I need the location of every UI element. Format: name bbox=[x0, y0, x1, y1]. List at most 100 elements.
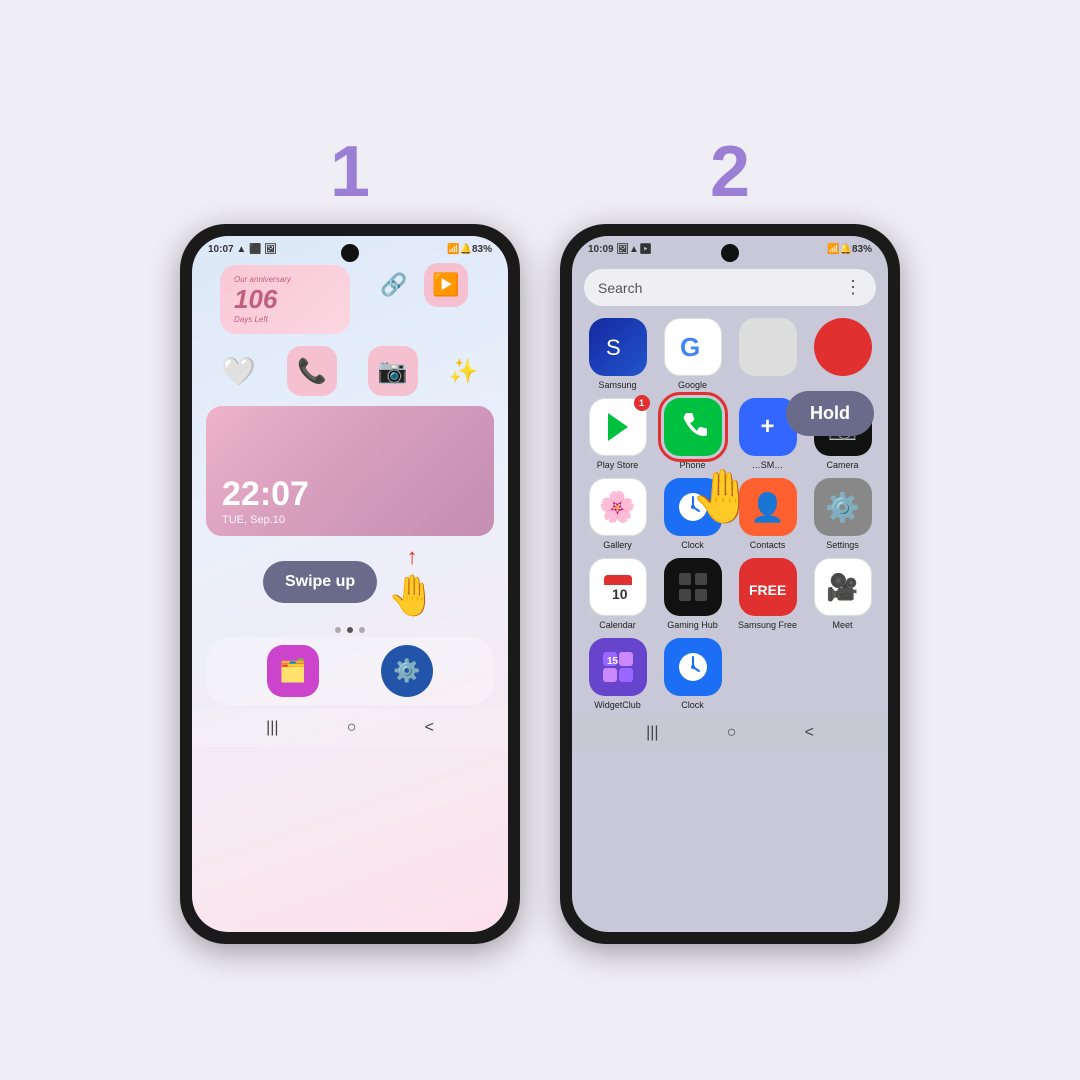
samsungfree-label: Samsung Free bbox=[738, 620, 797, 630]
app-grid-row4: 10 Calendar bbox=[572, 554, 888, 634]
app-cutoff-2 bbox=[809, 318, 876, 390]
step-2-number: 2 bbox=[710, 136, 750, 208]
svg-text:15: 15 bbox=[607, 656, 619, 667]
gaminghub-app-icon[interactable] bbox=[664, 558, 722, 616]
nav-recents-2-icon[interactable]: < bbox=[805, 724, 814, 742]
top-icon-row-1: 🔗 ▶️ bbox=[372, 263, 468, 307]
meet-label: Meet bbox=[832, 620, 852, 630]
anniversary-days: 106 bbox=[234, 284, 336, 315]
phone-2-screen: 10:09 🖼▲▶ 📶🔔83% Search ⋮ Hold S bbox=[572, 236, 888, 932]
nav-home-icon[interactable]: ○ bbox=[347, 719, 357, 737]
playstore-app[interactable]: 1 Play Store bbox=[584, 398, 651, 470]
app-cutoff-1 bbox=[734, 318, 801, 390]
samsungm-label: …SM… bbox=[752, 460, 784, 470]
empty-cell-2 bbox=[809, 638, 876, 710]
nav-back-2-icon[interactable]: ||| bbox=[646, 724, 658, 742]
status-left-1: 10:07 ▲ ⬛ 🖼 bbox=[208, 244, 277, 255]
swipe-arrow-hand: ↑ 🤚 bbox=[387, 544, 437, 619]
contacts-label: Contacts bbox=[750, 540, 786, 550]
clock-app-2-icon[interactable] bbox=[664, 638, 722, 696]
meet-app[interactable]: 🎥 Meet bbox=[809, 558, 876, 630]
google-app-icon[interactable]: G bbox=[664, 318, 722, 376]
samsung-app-icon[interactable]: S bbox=[589, 318, 647, 376]
date-display: TUE, Sep.10 bbox=[222, 514, 478, 526]
dot-2-active bbox=[347, 627, 353, 633]
search-label: Search bbox=[598, 280, 844, 296]
status-right-2: 📶🔔83% bbox=[827, 244, 872, 255]
status-right-1: 📶🔔83% bbox=[447, 244, 492, 255]
svg-text:10: 10 bbox=[612, 586, 628, 602]
samsungfree-app[interactable]: FREE Samsung Free bbox=[734, 558, 801, 630]
top-row: Our anniversary 106 Days Left 🔗 ▶️ bbox=[192, 259, 508, 338]
page-dots bbox=[192, 627, 508, 633]
samsung-label: Samsung bbox=[598, 380, 636, 390]
dock-settings-icon[interactable]: ⚙️ bbox=[381, 645, 433, 697]
gallery-label: Gallery bbox=[603, 540, 632, 550]
dot-3 bbox=[359, 627, 365, 633]
meet-app-icon[interactable]: 🎥 bbox=[814, 558, 872, 616]
anniversary-widget: Our anniversary 106 Days Left bbox=[220, 265, 350, 334]
phone-1-screen: 10:07 ▲ ⬛ 🖼 📶🔔83% Our anniversary 106 Da… bbox=[192, 236, 508, 932]
hand-swipe-icon: 🤚 bbox=[387, 572, 437, 619]
app-cutoff-2-icon bbox=[814, 318, 872, 376]
search-bar[interactable]: Search ⋮ bbox=[584, 269, 876, 306]
phone-2: 10:09 🖼▲▶ 📶🔔83% Search ⋮ Hold S bbox=[560, 224, 900, 944]
clock-app-2[interactable]: Clock bbox=[659, 638, 726, 710]
google-app[interactable]: G Google bbox=[659, 318, 726, 390]
widgetclub-label: WidgetClub bbox=[594, 700, 641, 710]
top-icons: 🔗 ▶️ bbox=[372, 263, 468, 307]
step-1-number: 1 bbox=[330, 136, 370, 208]
heart-icon: 🤍 bbox=[221, 355, 256, 388]
widgetclub-app-icon[interactable]: 15 bbox=[589, 638, 647, 696]
settings-app[interactable]: ⚙️ Settings bbox=[809, 478, 876, 550]
dock-apps-icon[interactable]: 🗂️ bbox=[267, 645, 319, 697]
settings-app-icon[interactable]: ⚙️ bbox=[814, 478, 872, 536]
samsungfree-app-icon[interactable]: FREE bbox=[739, 558, 797, 616]
main-container: 1 10:07 ▲ ⬛ 🖼 📶🔔83% Our anniversary 106 … bbox=[140, 96, 940, 984]
nav-home-2-icon[interactable]: ○ bbox=[727, 724, 737, 742]
unlink-icon: 🔗 bbox=[372, 263, 416, 307]
camera-app-icon[interactable]: 📷 bbox=[368, 346, 418, 396]
anniversary-sub: Days Left bbox=[234, 315, 336, 324]
swipe-up-button[interactable]: Swipe up bbox=[263, 561, 377, 603]
app-grid-row1: S Samsung G Google bbox=[572, 314, 888, 394]
gallery-app-icon[interactable]: 🌸 bbox=[589, 478, 647, 536]
up-arrow-icon: ↑ bbox=[407, 544, 418, 570]
app-grid-row5: 15 WidgetClub bbox=[572, 634, 888, 714]
phone-app-highlight-icon[interactable] bbox=[664, 398, 722, 456]
calendar-label: Calendar bbox=[599, 620, 636, 630]
widgetclub-app[interactable]: 15 WidgetClub bbox=[584, 638, 651, 710]
nav-bar-2: ||| ○ < bbox=[572, 714, 888, 752]
swipe-up-area: Swipe up ↑ 🤚 bbox=[206, 544, 494, 619]
playstore-badge: 1 bbox=[634, 395, 650, 411]
anniversary-label: Our anniversary bbox=[234, 275, 336, 284]
nav-back-icon[interactable]: ||| bbox=[266, 719, 278, 737]
notch-1 bbox=[341, 244, 359, 262]
svg-text:S: S bbox=[606, 335, 621, 360]
google-label: Google bbox=[678, 380, 707, 390]
camera-label: Camera bbox=[826, 460, 858, 470]
settings-label: Settings bbox=[826, 540, 859, 550]
nav-recents-icon[interactable]: < bbox=[425, 719, 434, 737]
search-more-icon[interactable]: ⋮ bbox=[844, 277, 862, 298]
empty-cell-1 bbox=[734, 638, 801, 710]
phone-1: 10:07 ▲ ⬛ 🖼 📶🔔83% Our anniversary 106 Da… bbox=[180, 224, 520, 944]
playstore-label: Play Store bbox=[597, 460, 639, 470]
notch-2 bbox=[721, 244, 739, 262]
status-left-2: 10:09 🖼▲▶ bbox=[588, 244, 652, 255]
step-1: 1 10:07 ▲ ⬛ 🖼 📶🔔83% Our anniversary 106 … bbox=[180, 136, 520, 944]
phone-app-icon[interactable]: 📞 bbox=[287, 346, 337, 396]
gallery-app[interactable]: 🌸 Gallery bbox=[584, 478, 651, 550]
calendar-app[interactable]: 10 Calendar bbox=[584, 558, 651, 630]
samsung-app[interactable]: S Samsung bbox=[584, 318, 651, 390]
clock-2-label: Clock bbox=[681, 700, 704, 710]
time-display: 22:07 bbox=[222, 475, 478, 514]
stars-icon: ✨ bbox=[449, 357, 479, 386]
playstore-app-icon[interactable]: 1 bbox=[589, 398, 647, 456]
app-cutoff-1-icon bbox=[739, 318, 797, 376]
nav-bar-1: ||| ○ < bbox=[192, 709, 508, 747]
phone-app-cell[interactable]: Phone bbox=[659, 398, 726, 470]
calendar-app-icon[interactable]: 10 bbox=[589, 558, 647, 616]
gaminghub-app[interactable]: Gaming Hub bbox=[659, 558, 726, 630]
step-2: 2 10:09 🖼▲▶ 📶🔔83% Search ⋮ Hold bbox=[560, 136, 900, 944]
